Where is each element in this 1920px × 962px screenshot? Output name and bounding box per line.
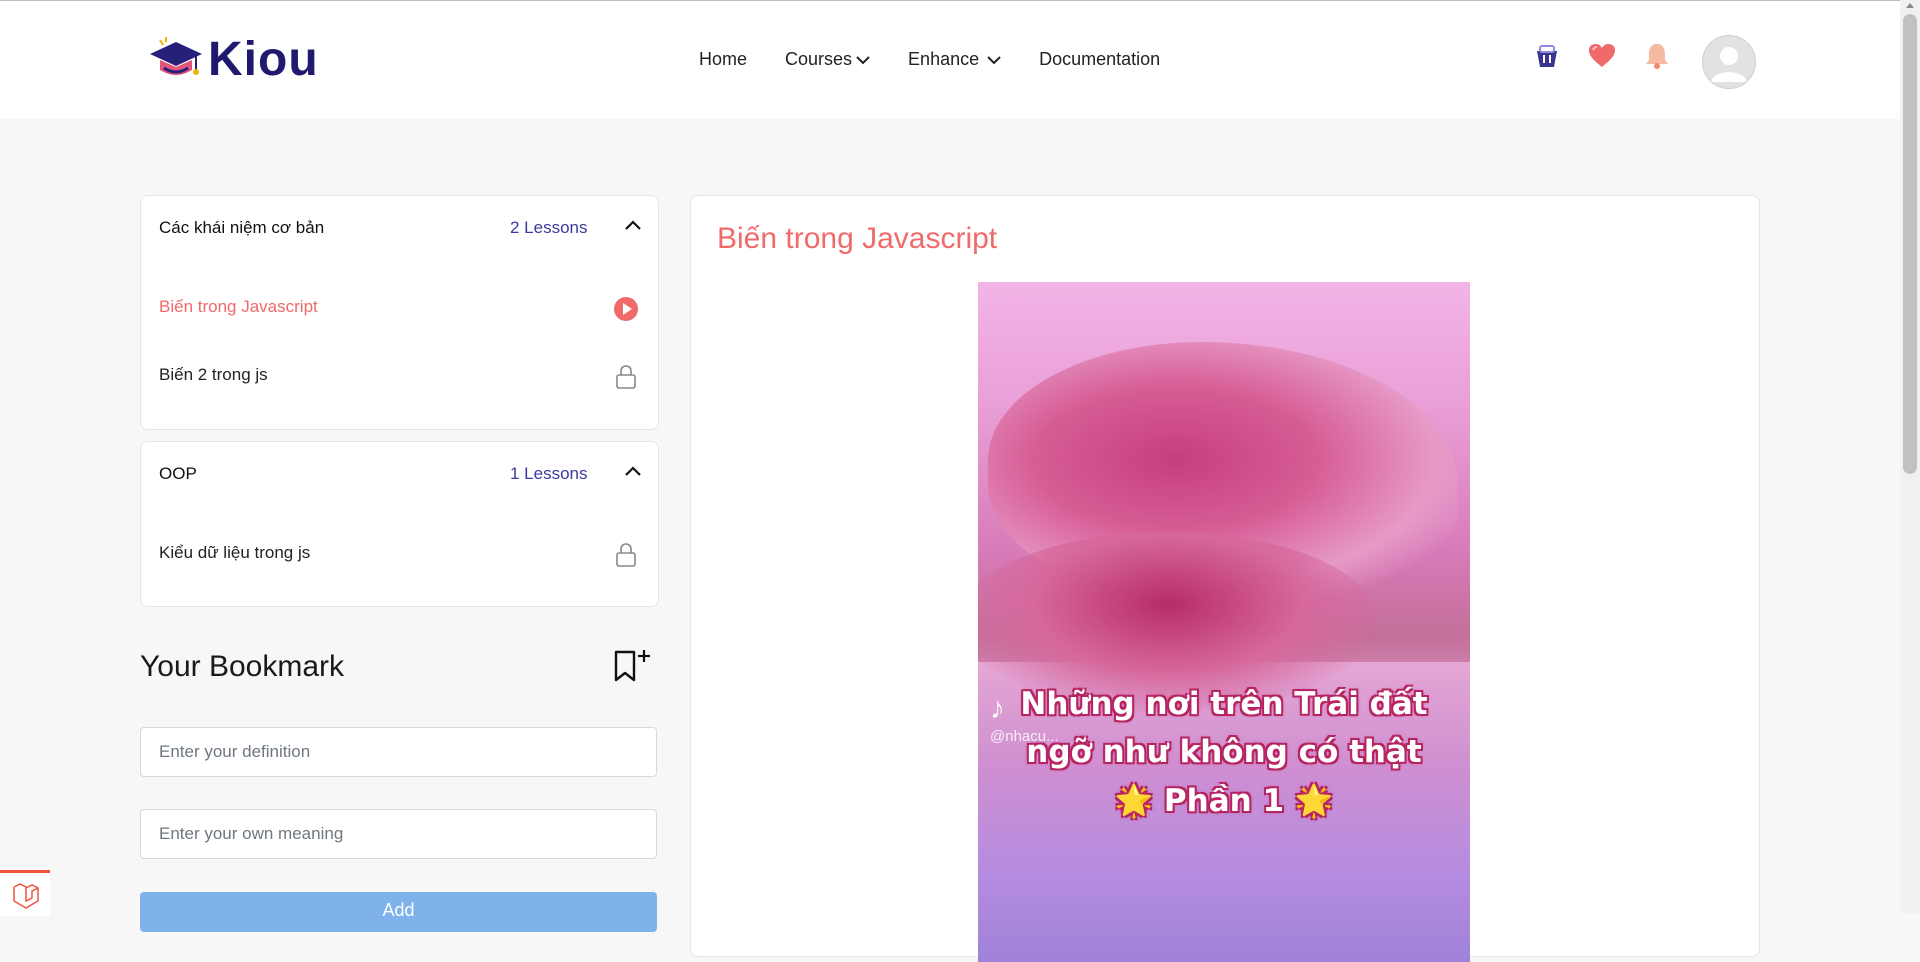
course-section-1: Các khái niệm cơ bản 2 Lessons Biến tron… [140, 195, 659, 430]
nav-courses-label: Courses [785, 49, 853, 69]
cart-icon [1537, 45, 1557, 67]
chevron-up-icon[interactable] [623, 216, 643, 236]
scrollbar-thumb[interactable] [1903, 14, 1917, 474]
section-lesson-count: 2 Lessons [510, 218, 588, 237]
lesson-item[interactable]: Biến 2 trong js [159, 365, 268, 385]
play-icon [614, 297, 638, 321]
lesson-content-card: Biến trong Javascript ♪ @nhacu... Những … [690, 195, 1760, 962]
bell-icon [1646, 44, 1668, 69]
lesson-item-active[interactable]: Biến trong Javascript [159, 297, 318, 317]
video-caption-line: Những nơi trên Trái đất [1020, 686, 1428, 722]
debugbar-toggle[interactable] [0, 870, 50, 916]
lesson-item[interactable]: Kiểu dữ liệu trong js [159, 543, 310, 563]
nav-documentation[interactable]: Documentation [1039, 49, 1160, 70]
nav-documentation-label: Documentation [1039, 49, 1161, 69]
nav-home[interactable]: Home [699, 49, 747, 70]
main-nav: Home Courses Enhance Documentation [699, 49, 1198, 70]
cart-button[interactable] [1532, 41, 1562, 71]
video-player[interactable]: ♪ @nhacu... Những nơi trên Trái đất ngỡ … [978, 282, 1470, 962]
user-avatar-icon [1711, 47, 1747, 82]
nav-enhance[interactable]: Enhance [908, 49, 1001, 70]
chevron-up-icon[interactable] [623, 462, 643, 482]
heart-icon [1589, 44, 1615, 67]
wishlist-button[interactable] [1587, 41, 1617, 71]
graduation-cap-icon [150, 37, 202, 75]
chevron-down-icon [856, 55, 870, 64]
add-bookmark-button[interactable]: Add [140, 892, 657, 932]
lock-status [613, 364, 639, 390]
nav-home-label: Home [699, 49, 748, 69]
video-caption-line: ngỡ như không có thật [1026, 734, 1422, 770]
scroll-up-arrow-icon[interactable] [1906, 3, 1914, 8]
nav-courses[interactable]: Courses [785, 49, 870, 70]
play-button[interactable] [613, 296, 639, 322]
section-title: Các khái niệm cơ bản [159, 218, 325, 237]
lesson-title: Biến trong Javascript [717, 222, 998, 255]
nav-enhance-label: Enhance [908, 49, 980, 69]
bookmark-heading: Your Bookmark [140, 650, 344, 683]
section-lesson-count: 1 Lessons [510, 464, 588, 483]
video-caption-line: 🌟 Phần 1 🌟 [1114, 783, 1334, 819]
chevron-down-icon [987, 55, 1001, 64]
lock-icon [616, 543, 636, 567]
logo-text: Kiou [208, 32, 319, 86]
section-title: OOP [159, 464, 197, 483]
course-section-2: OOP 1 Lessons Kiểu dữ liệu trong js [140, 441, 659, 607]
definition-input[interactable] [140, 727, 657, 777]
logo[interactable]: Kiou [146, 31, 319, 87]
laravel-logo-icon [13, 882, 39, 909]
avatar[interactable] [1702, 35, 1756, 89]
add-bookmark-icon[interactable] [612, 648, 654, 684]
notification-button[interactable] [1642, 41, 1672, 71]
header-actions [1532, 41, 1697, 71]
meaning-input[interactable] [140, 809, 657, 859]
lock-icon [616, 365, 636, 389]
lock-status [613, 542, 639, 568]
site-header: Kiou Home Courses Enhance Documentation [0, 1, 1900, 119]
